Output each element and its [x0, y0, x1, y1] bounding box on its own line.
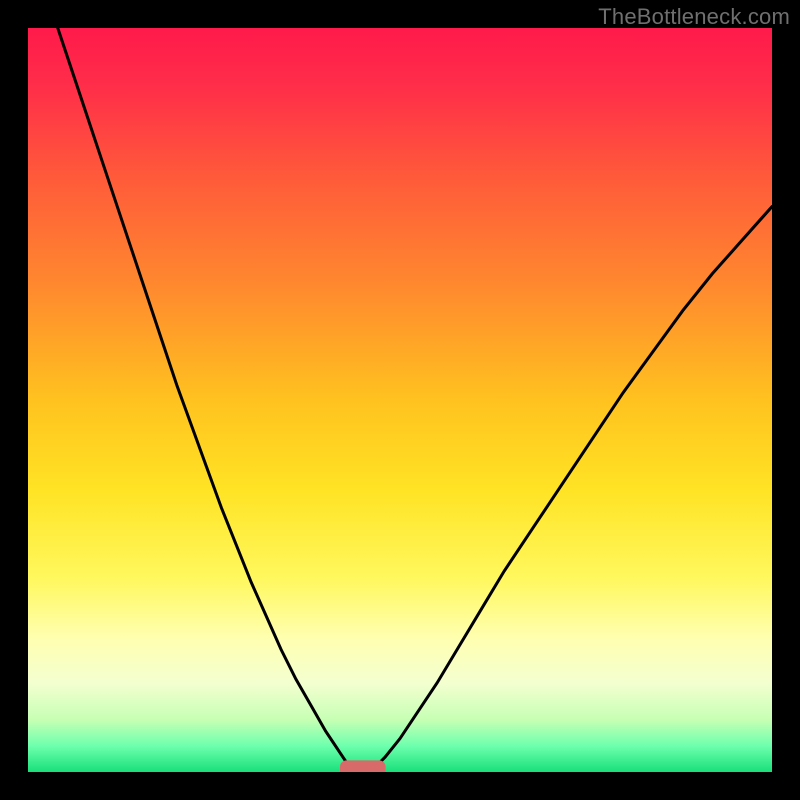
- outer-frame: TheBottleneck.com: [0, 0, 800, 800]
- gradient-background: [28, 28, 772, 772]
- watermark-text: TheBottleneck.com: [598, 4, 790, 30]
- minimum-marker: [340, 761, 385, 772]
- plot-area: [28, 28, 772, 772]
- chart-canvas: [28, 28, 772, 772]
